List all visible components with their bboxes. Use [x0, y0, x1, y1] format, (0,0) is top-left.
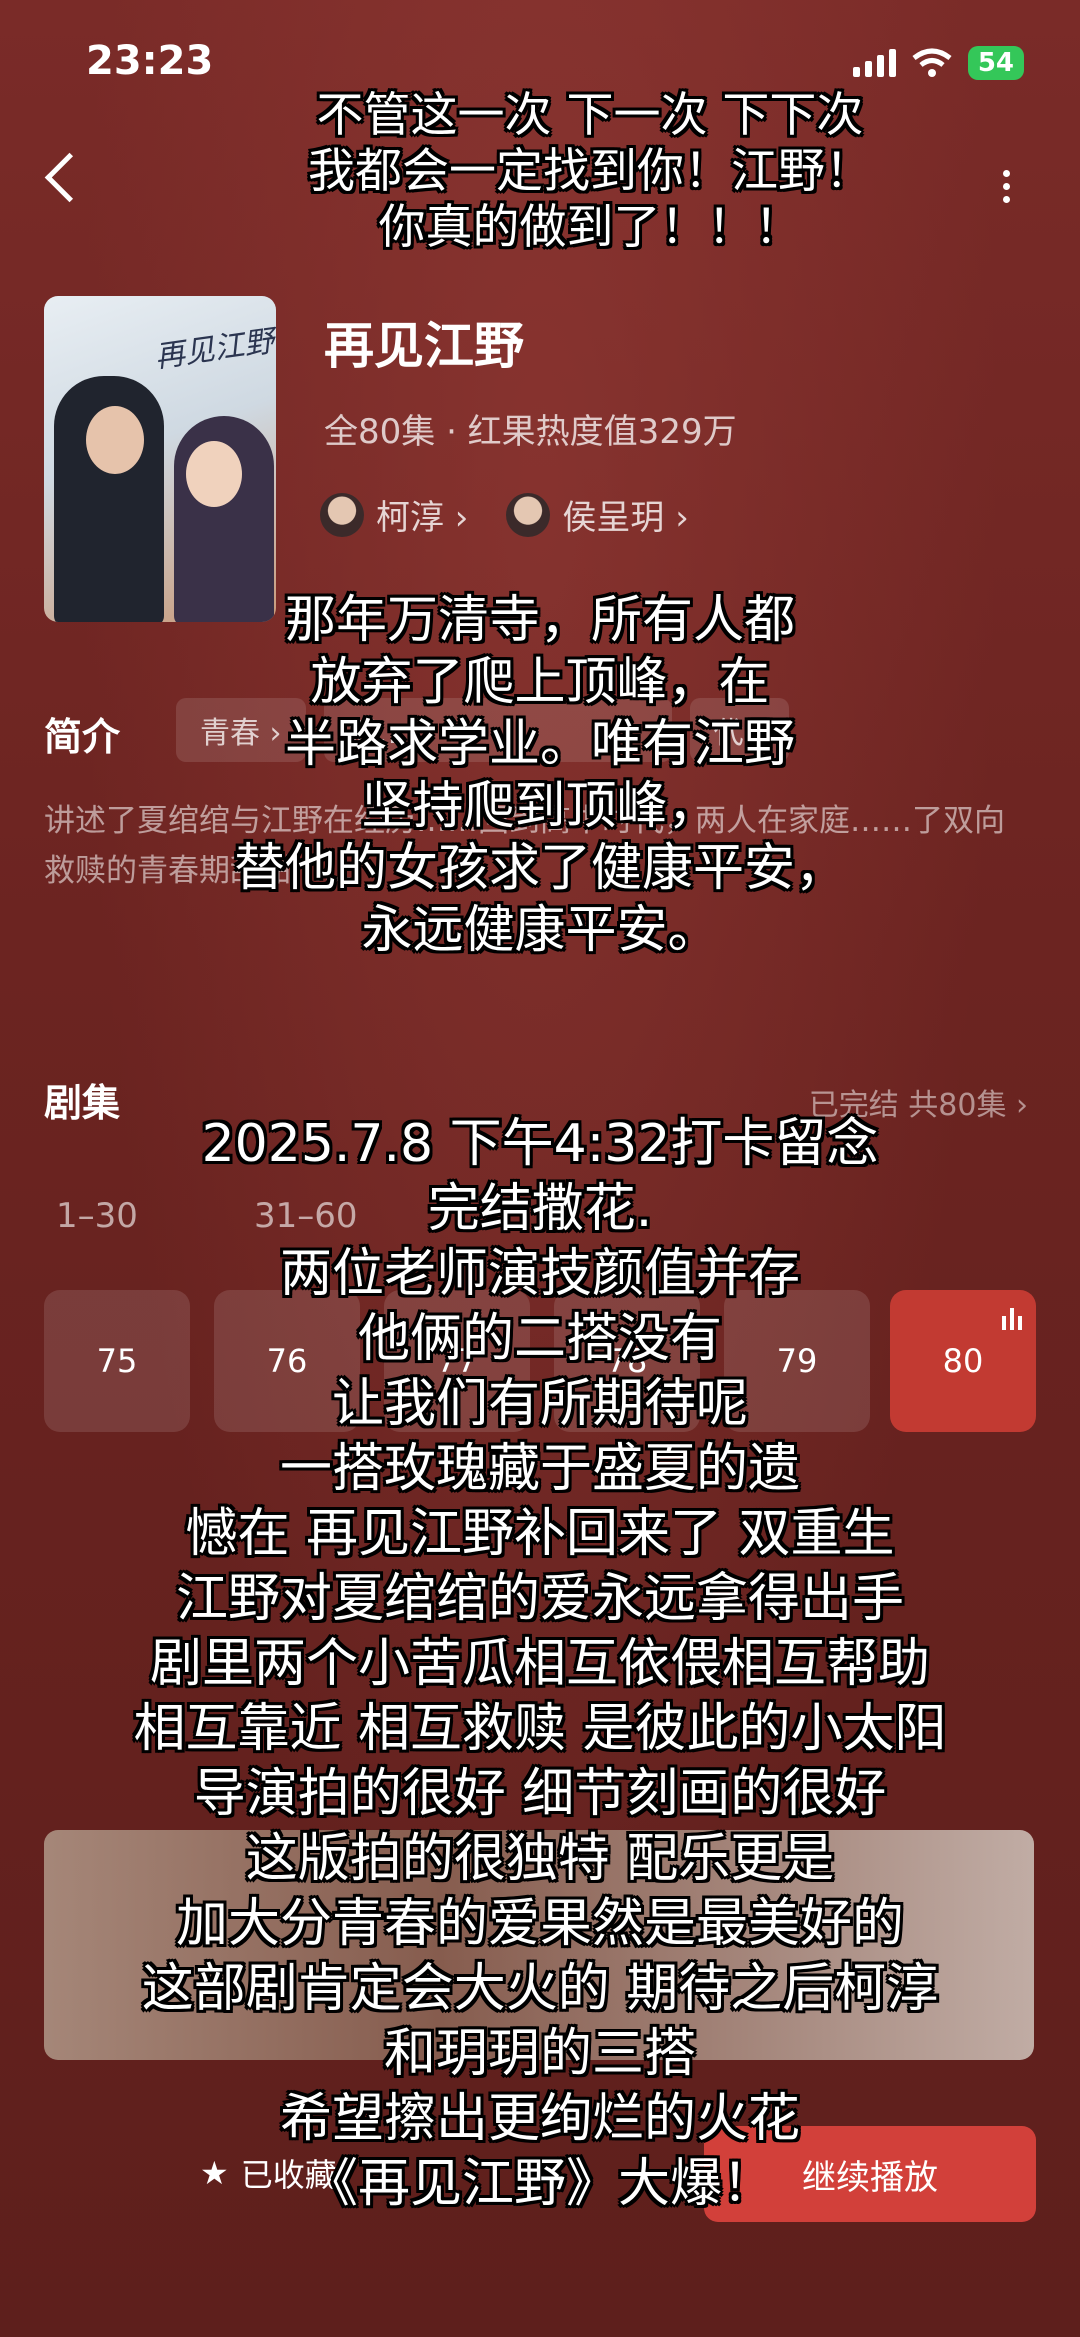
wifi-icon — [912, 48, 952, 77]
drama-poster[interactable]: 再见江野 — [44, 296, 276, 622]
actor-link[interactable]: 侯呈玥 › — [506, 490, 689, 539]
avatar — [320, 492, 364, 537]
poster-title: 再见江野 — [152, 323, 276, 376]
actor-list: 柯淳 › 侯呈玥 › — [320, 490, 689, 539]
caption-middle: 那年万清寺，所有人都 放弃了爬上顶峰，在 半路求学业。唯有江野 坚持爬到顶峰， … — [233, 591, 846, 960]
drama-meta: 全80集 · 红果热度值329万 — [324, 412, 737, 452]
status-time: 23:23 — [86, 38, 214, 84]
actor-name: 侯呈玥 › — [562, 498, 689, 538]
drama-title: 再见江野 — [324, 317, 524, 375]
avatar — [506, 492, 551, 537]
signal-icon — [852, 49, 896, 77]
caption-top: 不管这一次 下一次 下下次 我都会一定找到你！江野！ 你真的做到了！！！ — [308, 88, 872, 255]
actor-name: 柯淳 › — [376, 498, 469, 538]
actor-link[interactable]: 柯淳 › — [320, 490, 468, 539]
status-icons: 54 — [852, 46, 1024, 80]
battery-indicator: 54 — [967, 46, 1024, 80]
caption-main: 2025.7.8 下午4:32打卡留念 完结撒花. 两位老师演技颜值并存 他俩的… — [133, 1114, 947, 2214]
